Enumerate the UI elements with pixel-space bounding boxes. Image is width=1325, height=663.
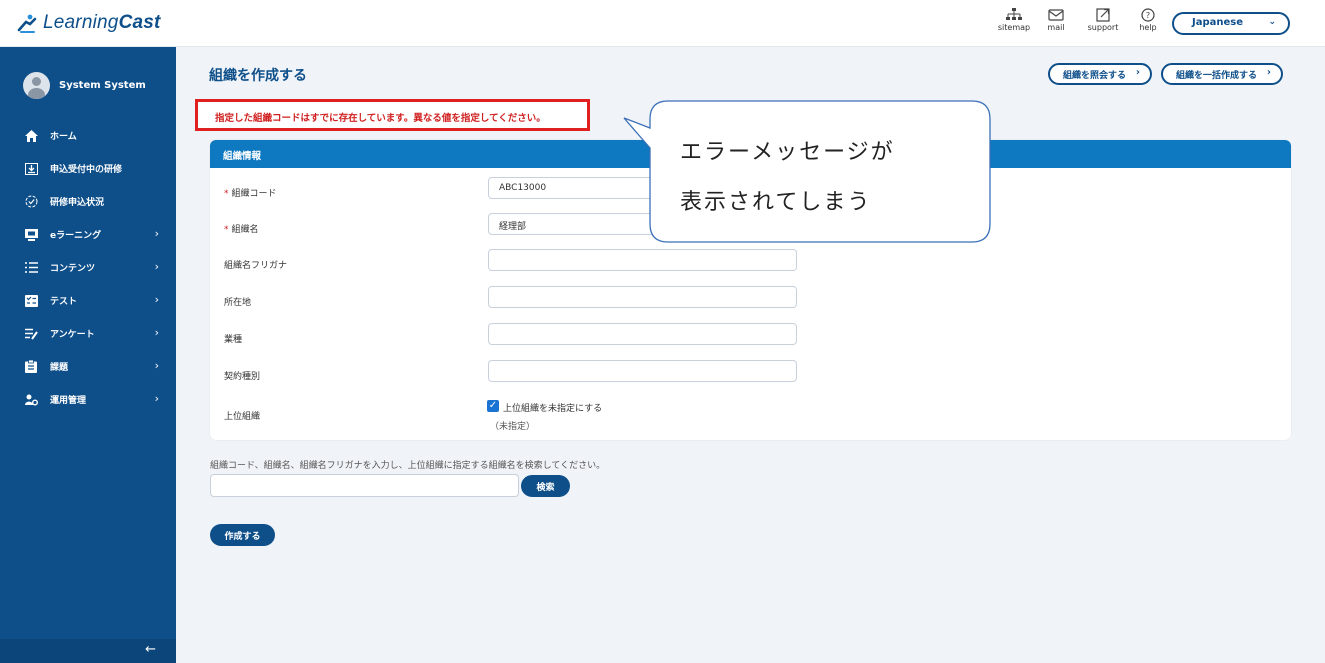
sidebar-item-label: テスト (50, 297, 78, 307)
error-message-box: 指定した組織コードはすでに存在しています。異なる値を指定してください。 (195, 99, 590, 131)
survey-icon (24, 327, 38, 341)
top-header: LearningCast sitemap mail support ? help… (0, 0, 1325, 47)
page-title: 組織を作成する (209, 68, 307, 84)
user-profile[interactable]: System System (23, 72, 146, 99)
parent-search-input[interactable] (210, 474, 519, 497)
sidebar-item-label: 申込受付中の研修 (50, 165, 123, 175)
chevron-down-icon: ⌄ (1268, 17, 1276, 27)
arrow-left-icon: ← (145, 642, 156, 657)
sidebar-item-test[interactable]: テスト › (0, 284, 176, 317)
contract-type-label: 契約種別 (224, 372, 261, 382)
create-button[interactable]: 作成する (210, 524, 275, 546)
refer-organization-label: 組織を照会する (1063, 71, 1127, 81)
organization-code-label: * 組織コード (224, 189, 277, 199)
chevron-right-icon: › (154, 359, 159, 372)
sidebar-item-label: eラーニング (50, 231, 102, 241)
sidebar-item-assignment[interactable]: 課題 › (0, 350, 176, 383)
download-icon (24, 162, 38, 176)
callout-text-line2: 表示されてしまう (680, 190, 872, 215)
sidebar-item-contents[interactable]: コンテンツ › (0, 251, 176, 284)
bulk-create-organization-label: 組織を一括作成する (1176, 71, 1258, 81)
chevron-right-icon: › (154, 260, 159, 273)
chevron-right-icon: › (154, 392, 159, 405)
logo-icon (17, 14, 37, 33)
sidebar-item-application-status[interactable]: 研修申込状況 (0, 185, 176, 218)
help-label: help (1139, 23, 1157, 32)
language-select[interactable]: Japanese ⌄ (1172, 12, 1290, 35)
avatar (23, 72, 50, 99)
form-row-contract-type: 契約種別 (210, 360, 1291, 390)
mail-label: mail (1047, 23, 1065, 32)
industry-input[interactable] (488, 323, 797, 345)
sidebar-nav: ホーム 申込受付中の研修 研修申込状況 eラーニング › コンテンツ › テスト… (0, 119, 176, 416)
home-icon (24, 129, 38, 143)
search-button-label: 検索 (536, 483, 555, 493)
refer-organization-button[interactable]: 組織を照会する › (1048, 63, 1152, 85)
monitor-icon (24, 228, 38, 242)
required-mark: * (224, 189, 229, 199)
check-circle-icon (24, 195, 38, 209)
form-row-organization-kana: 組織名フリガナ (210, 249, 1291, 279)
sidebar-item-survey[interactable]: アンケート › (0, 317, 176, 350)
form-row-organization-name: * 組織名 経理部 (210, 213, 1291, 243)
mail-button[interactable]: mail (1036, 8, 1076, 32)
test-icon (24, 294, 38, 308)
industry-label: 業種 (224, 335, 243, 345)
location-label: 所在地 (224, 298, 252, 308)
parent-unspecified-checkbox[interactable]: ✓ (487, 400, 499, 412)
logo[interactable]: LearningCast (17, 12, 161, 34)
sidebar-item-label: ホーム (50, 132, 77, 142)
chevron-right-icon: › (154, 227, 159, 240)
sitemap-button[interactable]: sitemap (994, 8, 1034, 32)
required-mark: * (224, 225, 229, 235)
callout-text-line1: エラーメッセージが (680, 140, 895, 165)
sidebar: System System ホーム 申込受付中の研修 研修申込状況 eラーニング (0, 47, 176, 663)
search-hint: 組織コード、組織名、組織名フリガナを入力し、上位組織に指定する組織名を検索してく… (210, 461, 606, 471)
form-row-industry: 業種 (210, 323, 1291, 353)
parent-status-text: （未指定） (490, 422, 536, 432)
contract-type-input[interactable] (488, 360, 797, 382)
clipboard-icon (24, 360, 38, 374)
chevron-right-icon: › (1266, 67, 1271, 78)
location-input[interactable] (488, 286, 797, 308)
sidebar-item-label: アンケート (50, 330, 95, 340)
sidebar-item-label: 課題 (50, 363, 69, 373)
error-message: 指定した組織コードはすでに存在しています。異なる値を指定してください。 (215, 113, 546, 124)
help-button[interactable]: ? help (1128, 8, 1168, 32)
sidebar-collapse-button[interactable]: ← (0, 639, 176, 663)
bulk-create-organization-button[interactable]: 組織を一括作成する › (1161, 63, 1283, 85)
sidebar-item-label: 運用管理 (50, 396, 87, 406)
help-icon: ? (1141, 8, 1155, 22)
sidebar-item-administration[interactable]: 運用管理 › (0, 383, 176, 416)
search-button[interactable]: 検索 (521, 475, 570, 497)
form-row-location: 所在地 (210, 286, 1291, 316)
chevron-right-icon: › (154, 293, 159, 306)
parent-organization-label: 上位組織 (224, 412, 261, 422)
organization-name-input[interactable]: 経理部 (488, 213, 797, 235)
create-button-label: 作成する (224, 532, 261, 542)
parent-unspecified-label[interactable]: 上位組織を未指定にする (503, 401, 602, 414)
sidebar-item-home[interactable]: ホーム (0, 119, 176, 152)
svg-text:?: ? (1146, 11, 1150, 20)
language-value: Japanese (1192, 17, 1244, 28)
organization-name-label: * 組織名 (224, 225, 259, 235)
sidebar-item-elearning[interactable]: eラーニング › (0, 218, 176, 251)
sidebar-item-label: コンテンツ (50, 264, 96, 274)
organization-kana-label: 組織名フリガナ (224, 261, 288, 271)
support-button[interactable]: support (1083, 8, 1123, 32)
external-link-icon (1096, 8, 1110, 22)
support-label: support (1087, 23, 1119, 32)
sidebar-item-label: 研修申込状況 (50, 198, 105, 208)
chevron-right-icon: › (154, 326, 159, 339)
list-icon (24, 261, 38, 275)
sitemap-label: sitemap (997, 23, 1031, 32)
admin-icon (24, 393, 38, 407)
logo-text: LearningCast (43, 12, 161, 33)
user-name: System System (59, 80, 146, 91)
mail-icon (1048, 9, 1064, 21)
sidebar-item-open-trainings[interactable]: 申込受付中の研修 (0, 152, 176, 185)
organization-kana-input[interactable] (488, 249, 797, 271)
chevron-right-icon: › (1135, 67, 1140, 78)
sitemap-icon (1006, 8, 1022, 20)
